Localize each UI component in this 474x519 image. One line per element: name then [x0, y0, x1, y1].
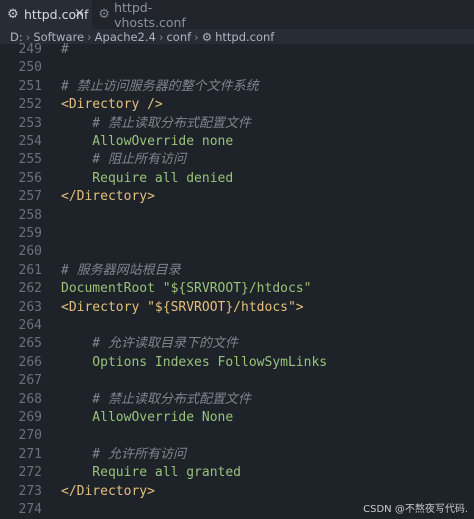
code-text: AllowOverride none [61, 134, 234, 149]
gear-icon: ⚙ [98, 7, 110, 22]
line-number: 259 [18, 226, 42, 241]
line-number: 274 [18, 502, 42, 517]
code-text: Require all granted [61, 465, 242, 481]
code-text: # 禁止读取分布式配置文件 [61, 115, 251, 131]
code-line[interactable]: 249 # [0, 41, 474, 59]
code-text: <Directory "${SRVROOT}/htdocs"> [61, 299, 304, 315]
line-number: 265 [18, 336, 42, 352]
code-text: # [61, 42, 69, 57]
line-number: 267 [18, 373, 42, 389]
code-line[interactable]: 257 </Directory> [0, 188, 474, 206]
code-line[interactable]: 267 [0, 372, 474, 390]
line-number: 254 [18, 134, 42, 149]
code-line[interactable]: 273 </Directory> [0, 483, 474, 501]
line-number: 249 [18, 42, 42, 57]
code-line[interactable]: 263 <Directory "${SRVROOT}/htdocs"> [0, 299, 474, 317]
code-line[interactable]: 265 # 允许读取目录下的文件 [0, 335, 474, 353]
tab-bar: ⚙ httpd.conf × ⚙ httpd-vhosts.conf [0, 0, 474, 30]
code-text: </Directory> [61, 189, 155, 205]
code-line[interactable]: 255 # 阻止所有访问 [0, 151, 474, 169]
code-text: AllowOverride None [61, 410, 234, 425]
line-number: 263 [18, 299, 42, 315]
line-number: 251 [18, 78, 42, 94]
code-text: # 服务器网站根目录 [61, 262, 181, 278]
line-number: 256 [18, 170, 42, 186]
code-text: </Directory> [61, 483, 155, 499]
line-number: 266 [18, 354, 42, 370]
line-number: 268 [18, 391, 42, 407]
code-line[interactable]: 271 # 允许所有访问 [0, 446, 474, 464]
code-line[interactable]: 266 Options Indexes FollowSymLinks [0, 354, 474, 372]
line-number: 270 [18, 428, 42, 444]
code-line[interactable]: 251 # 禁止访问服务器的整个文件系统 [0, 78, 474, 96]
line-number: 250 [18, 60, 42, 76]
code-line[interactable]: 253 # 禁止读取分布式配置文件 [0, 115, 474, 133]
code-line[interactable]: 259 [0, 225, 474, 243]
code-line[interactable]: 270 [0, 427, 474, 445]
code-line[interactable]: 262 DocumentRoot "${SRVROOT}/htdocs" [0, 280, 474, 298]
tab-httpd-conf[interactable]: ⚙ httpd.conf × [0, 0, 92, 29]
code-line[interactable]: 250 [0, 59, 474, 77]
code-text: Require all denied [61, 170, 234, 186]
code-text: DocumentRoot "${SRVROOT}/htdocs" [61, 281, 312, 297]
code-line[interactable]: 269 AllowOverride None [0, 409, 474, 427]
tab-httpd-vhosts-conf[interactable]: ⚙ httpd-vhosts.conf [92, 0, 212, 30]
code-line[interactable]: 272 Require all granted [0, 464, 474, 482]
line-number: 260 [18, 244, 42, 260]
code-line[interactable]: 258 [0, 207, 474, 225]
code-line[interactable]: 264 [0, 317, 474, 335]
line-number: 258 [18, 207, 42, 223]
line-number: 272 [18, 465, 42, 481]
code-editor[interactable]: 249 #250 251 # 禁止访问服务器的整个文件系统 252 <Directory … [0, 41, 474, 518]
tab-label: httpd-vhosts.conf [114, 0, 186, 30]
line-number: 264 [18, 318, 42, 333]
close-icon[interactable]: × [74, 6, 85, 21]
line-number: 257 [18, 189, 42, 205]
line-number: 252 [18, 97, 42, 113]
code-line[interactable]: 256 Require all denied [0, 170, 474, 188]
code-line[interactable]: 252 <Directory /> [0, 96, 474, 114]
code-text: # 允许所有访问 [61, 446, 186, 462]
line-number: 262 [18, 281, 42, 297]
line-number: 269 [18, 410, 42, 425]
line-number: 273 [18, 483, 42, 499]
gear-icon: ⚙ [7, 7, 19, 22]
code-text: Options Indexes FollowSymLinks [61, 354, 328, 370]
code-text: # 阻止所有访问 [61, 152, 186, 168]
code-line[interactable]: 268 # 禁止读取分布式配置文件 [0, 391, 474, 409]
code-text: <Directory /> [61, 97, 163, 113]
watermark: CSDN @不熬夜写代码. [363, 504, 468, 515]
line-number: 261 [18, 262, 42, 278]
code-text: # 禁止访问服务器的整个文件系统 [61, 78, 259, 94]
code-text: # 禁止读取分布式配置文件 [61, 391, 251, 407]
code-line[interactable]: 261 # 服务器网站根目录 [0, 262, 474, 280]
line-number: 253 [18, 115, 42, 131]
line-number: 271 [18, 446, 42, 462]
code-line[interactable]: 260 [0, 243, 474, 261]
code-line[interactable]: 254 AllowOverride none [0, 133, 474, 151]
code-text: # 允许读取目录下的文件 [61, 336, 238, 352]
line-number: 255 [18, 152, 42, 168]
